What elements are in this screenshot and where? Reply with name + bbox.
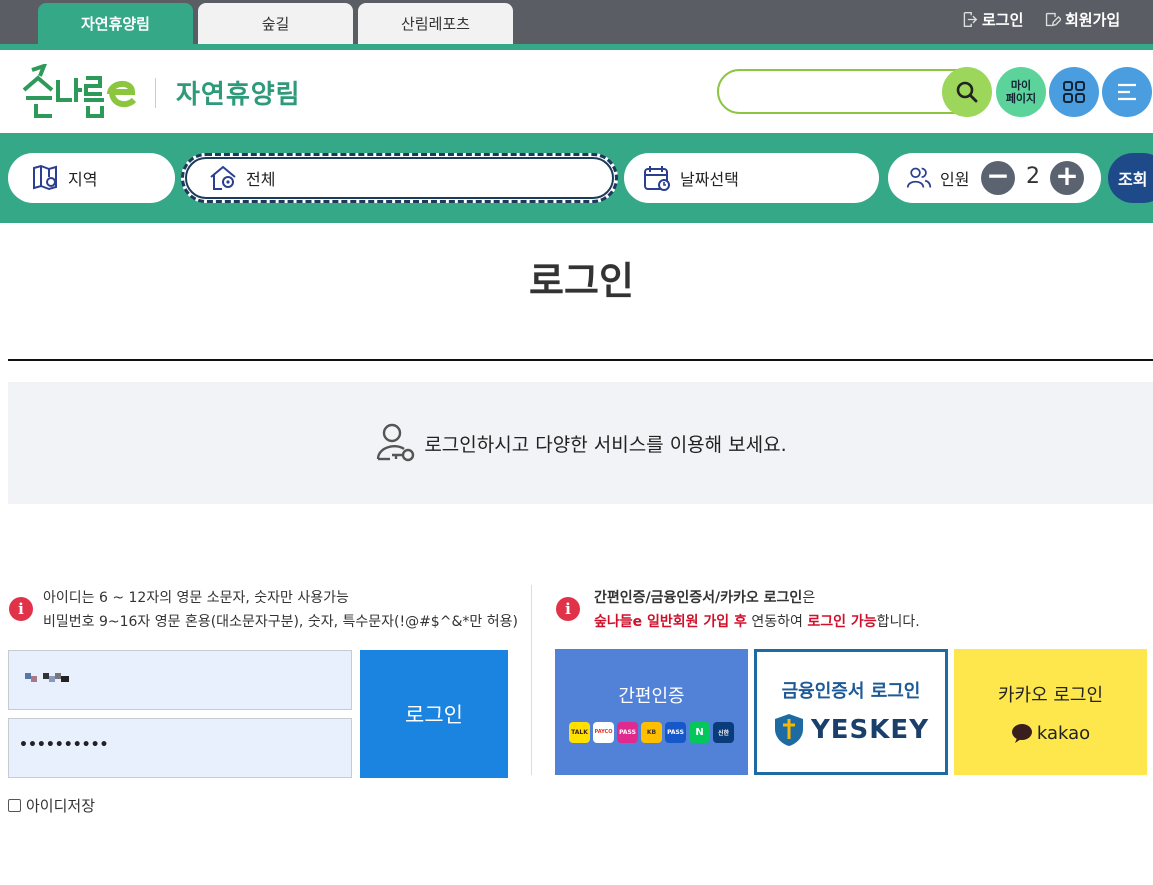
people-decrease-button[interactable]: − — [981, 161, 1015, 195]
yeskey-text: YESKEY — [810, 715, 930, 745]
top-login-link[interactable]: 로그인 — [961, 9, 1023, 30]
mypage-label-line1: 마이 — [1010, 79, 1032, 92]
info-icon: i — [556, 597, 580, 621]
yeskey-shield-icon — [774, 714, 803, 746]
region-label: 지역 — [68, 170, 98, 189]
search-filter-bar: 지역 전체 날짜선택 인원 − 2 + 조회 — [0, 133, 1153, 223]
home-location-icon — [210, 165, 236, 190]
id-input[interactable] — [8, 650, 352, 710]
logo-divider — [155, 78, 156, 108]
password-value: •••••••••• — [19, 737, 109, 753]
kakaotalk-icon: TALK — [569, 721, 590, 743]
page-title: 로그인 — [529, 259, 634, 303]
banner-text: 로그인하시고 다양한 서비스를 이용해 보세요. — [424, 433, 787, 456]
top-signup-link[interactable]: 회원가입 — [1044, 9, 1120, 30]
edit-icon — [1045, 12, 1061, 27]
id-hint: 아이디는 6 ~ 12자의 영문 소문자, 숫자만 사용가능 — [43, 590, 349, 606]
mypage-button[interactable]: 마이 페이지 — [996, 67, 1046, 117]
top-signup-label: 회원가입 — [1065, 11, 1121, 29]
checkbox-box[interactable] — [8, 799, 21, 812]
notice-bold: 간편인증/금융인증서/카카오 로그인 — [594, 590, 803, 606]
alt-login-notice: 간편인증/금융인증서/카카오 로그인은 숲나들e 일반회원 가입 후 연동하여 … — [594, 586, 920, 634]
notice-end: 합니다. — [876, 614, 920, 630]
site-title: 자연휴양림 — [176, 80, 301, 110]
notice-red-1: 숲나들e 일반회원 가입 후 — [594, 614, 747, 630]
tab-forest-sports[interactable]: 산림레포츠 — [358, 3, 513, 44]
region-select[interactable]: 지역 — [8, 153, 175, 203]
kakao-text: kakao — [1036, 722, 1091, 744]
tab-recreation-forest[interactable]: 자연휴양림 — [38, 3, 193, 44]
date-select[interactable]: 날짜선택 — [624, 153, 879, 203]
password-hint: 비밀번호 9~16자 영문 혼용(대소문자구분), 숫자, 특수문자(!@#$^… — [43, 614, 518, 630]
hamburger-menu-button[interactable] — [1102, 67, 1152, 117]
people-label: 인원 — [940, 170, 970, 189]
simple-auth-button[interactable]: 간편인증 TALK PAYCO PASS KB PASS N 신한 — [555, 649, 748, 775]
payco-icon: PAYCO — [593, 721, 614, 743]
section-divider — [531, 585, 532, 775]
simple-auth-label: 간편인증 — [618, 685, 685, 707]
search-button[interactable] — [942, 67, 992, 117]
all-menu-grid-button[interactable] — [1049, 67, 1099, 117]
people-selector: 인원 − 2 + — [888, 153, 1101, 203]
notice-suffix: 은 — [802, 590, 816, 606]
facility-label: 전체 — [246, 170, 276, 189]
password-input[interactable]: •••••••••• — [8, 718, 352, 778]
shinhan-icon: 신한 — [713, 721, 734, 743]
login-hints: 아이디는 6 ~ 12자의 영문 소문자, 숫자만 사용가능 비밀번호 9~16… — [43, 586, 518, 634]
user-key-icon — [377, 423, 415, 462]
kakao-login-button[interactable]: 카카오 로그인 kakao — [954, 649, 1147, 775]
financial-cert-label: 금융인증서 로그인 — [781, 681, 921, 702]
search-icon — [956, 81, 978, 103]
calendar-icon — [644, 166, 670, 191]
facility-select[interactable]: 전체 — [181, 153, 618, 203]
title-divider — [8, 359, 1153, 361]
login-button[interactable]: 로그인 — [360, 650, 508, 778]
login-icon — [963, 12, 978, 27]
save-id-checkbox[interactable]: 아이디저장 — [8, 795, 95, 816]
kb-icon: KB — [641, 721, 662, 743]
tab-forest-trail[interactable]: 숲길 — [198, 3, 353, 44]
pass-icon: PASS — [617, 721, 638, 743]
site-header: 자연휴양림 마이 페이지 — [0, 50, 1153, 133]
masked-id-value — [25, 673, 69, 682]
notice-red-2: 로그인 가능 — [807, 614, 877, 630]
site-logo[interactable] — [22, 64, 136, 118]
people-count: 2 — [1026, 164, 1040, 189]
financial-cert-button[interactable]: 금융인증서 로그인 YESKEY — [754, 649, 948, 775]
search-input[interactable] — [717, 69, 967, 114]
grid-icon — [1063, 81, 1085, 103]
info-icon: i — [9, 597, 33, 621]
save-id-label: 아이디저장 — [26, 797, 96, 815]
mypage-label-line2: 페이지 — [1005, 92, 1037, 105]
kakao-speech-icon — [1011, 724, 1032, 743]
menu-icon — [1118, 83, 1136, 101]
naver-icon: N — [689, 721, 710, 743]
kakao-logo: kakao — [1011, 723, 1090, 744]
yeskey-logo: YESKEY — [773, 713, 929, 747]
simple-auth-provider-icons: TALK PAYCO PASS KB PASS N 신한 — [569, 721, 734, 743]
samsung-pass-icon: PASS — [665, 721, 686, 743]
kakao-login-label: 카카오 로그인 — [997, 684, 1104, 706]
lookup-button[interactable]: 조회 — [1108, 153, 1153, 203]
people-increase-button[interactable]: + — [1050, 161, 1084, 195]
date-label: 날짜선택 — [680, 170, 739, 189]
login-banner: 로그인하시고 다양한 서비스를 이용해 보세요. — [8, 382, 1153, 504]
map-icon — [33, 164, 57, 191]
notice-mid: 연동하여 — [746, 614, 808, 630]
people-icon — [906, 167, 932, 188]
top-login-label: 로그인 — [982, 11, 1024, 29]
